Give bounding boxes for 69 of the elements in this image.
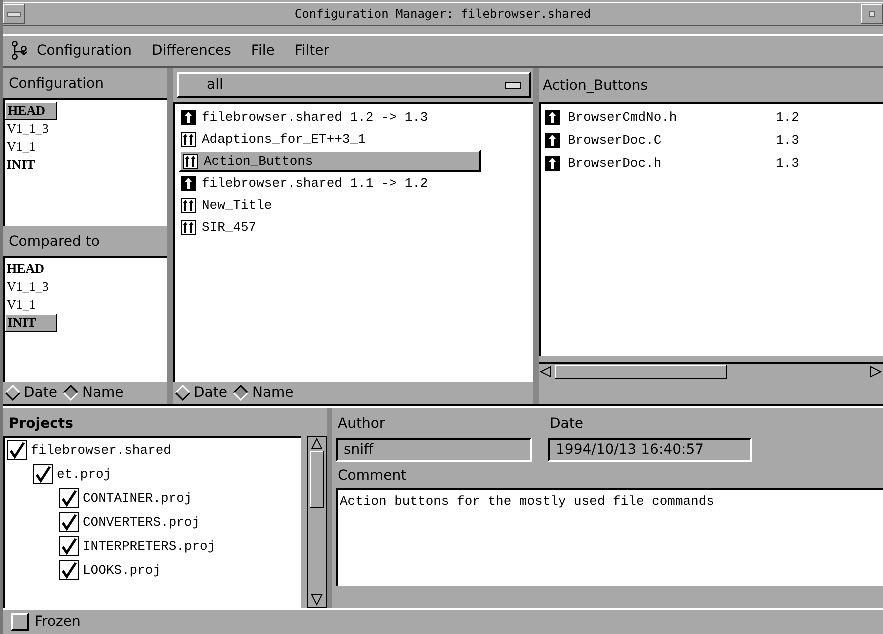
double-arrow-icon xyxy=(181,220,196,234)
project-name: CONVERTERS.proj xyxy=(83,514,200,530)
checkbox[interactable] xyxy=(7,440,27,460)
up-arrow-icon[interactable] xyxy=(310,437,324,451)
change-item[interactable]: filebrowser.shared 1.1 -> 1.2 xyxy=(179,172,477,194)
file-name: BrowserDoc.C xyxy=(568,133,663,148)
sort-radio[interactable]: Date xyxy=(175,385,228,401)
comment-field[interactable]: Action buttons for the mostly used file commands xyxy=(336,488,883,586)
sort-radio[interactable]: Date xyxy=(5,385,58,401)
checkbox[interactable] xyxy=(59,512,79,532)
field-label: Author xyxy=(337,416,386,432)
change-item[interactable]: Action_Buttons xyxy=(179,150,481,172)
project-name: LOOKS.proj xyxy=(83,562,162,578)
sort-radio[interactable]: Name xyxy=(233,385,294,401)
checkbox[interactable] xyxy=(59,560,79,580)
checkbox-label: Frozen xyxy=(35,614,81,630)
menu-item[interactable]: Filter xyxy=(294,43,330,59)
left-arrow-icon[interactable] xyxy=(539,365,553,379)
sort-radio[interactable]: Name xyxy=(63,385,124,401)
double-arrow-icon xyxy=(181,132,196,146)
version-item[interactable]: HEAD xyxy=(5,102,57,120)
change-item[interactable]: SIR_457 xyxy=(179,216,477,238)
scroll-thumb[interactable] xyxy=(310,451,324,508)
author-field[interactable]: sniff xyxy=(336,438,532,462)
right-arrow-icon[interactable] xyxy=(869,365,883,379)
filter-dropdown[interactable]: all xyxy=(177,72,531,98)
file-version: 1.2 xyxy=(776,110,800,125)
down-arrow-icon[interactable] xyxy=(310,593,324,607)
menu-item[interactable]: File xyxy=(251,43,275,59)
version-item[interactable]: V1_1 xyxy=(5,296,55,314)
change-item[interactable]: filebrowser.shared 1.2 -> 1.3 xyxy=(179,106,477,128)
window-menu-button[interactable] xyxy=(3,4,25,24)
file-version: 1.3 xyxy=(776,156,800,171)
frozen-checkbox[interactable] xyxy=(11,613,29,631)
project-name: filebrowser.shared xyxy=(31,442,172,458)
menu-item[interactable]: Differences xyxy=(152,43,232,59)
double-arrow-icon xyxy=(183,154,198,168)
file-name: BrowserDoc.h xyxy=(568,156,663,171)
minimize-button[interactable] xyxy=(861,4,883,24)
horizontal-scrollbar[interactable] xyxy=(539,362,883,380)
vertical-scrollbar[interactable] xyxy=(307,436,327,608)
scroll-thumb[interactable] xyxy=(555,365,727,379)
date-field[interactable]: 1994/10/13 16:40:57 xyxy=(548,438,752,462)
menu-item[interactable]: Configuration xyxy=(37,43,132,59)
branch-icon xyxy=(11,41,29,61)
project-name: INTERPRETERS.proj xyxy=(83,538,216,554)
pane-title: Projects xyxy=(8,415,74,434)
checkbox[interactable] xyxy=(59,536,79,556)
file-name: BrowserCmdNo.h xyxy=(568,110,678,125)
pane-title: Compared to xyxy=(8,233,101,252)
version-item[interactable]: INIT xyxy=(5,314,57,332)
file-version: 1.3 xyxy=(776,133,800,148)
pane-title: Configuration xyxy=(8,75,105,94)
version-item[interactable]: INIT xyxy=(5,156,55,174)
project-name: et.proj xyxy=(57,466,112,482)
project-name: CONTAINER.proj xyxy=(83,490,192,506)
field-label: Date xyxy=(549,416,584,432)
window-title: Configuration Manager: filebrowser.shared xyxy=(294,7,592,21)
version-item[interactable]: V1_1_3 xyxy=(5,278,55,296)
change-item[interactable]: Adaptions_for_ET++3_1 xyxy=(179,128,477,150)
field-label: Comment xyxy=(337,468,408,484)
version-item[interactable]: V1_1 xyxy=(5,138,55,156)
change-item[interactable]: New_Title xyxy=(179,194,477,216)
checkbox[interactable] xyxy=(33,464,53,484)
checkbox[interactable] xyxy=(59,488,79,508)
version-item[interactable]: V1_1_3 xyxy=(5,120,55,138)
pane-title: Action_Buttons xyxy=(542,77,650,96)
version-item[interactable]: HEAD xyxy=(5,260,55,278)
double-arrow-icon xyxy=(181,198,196,212)
